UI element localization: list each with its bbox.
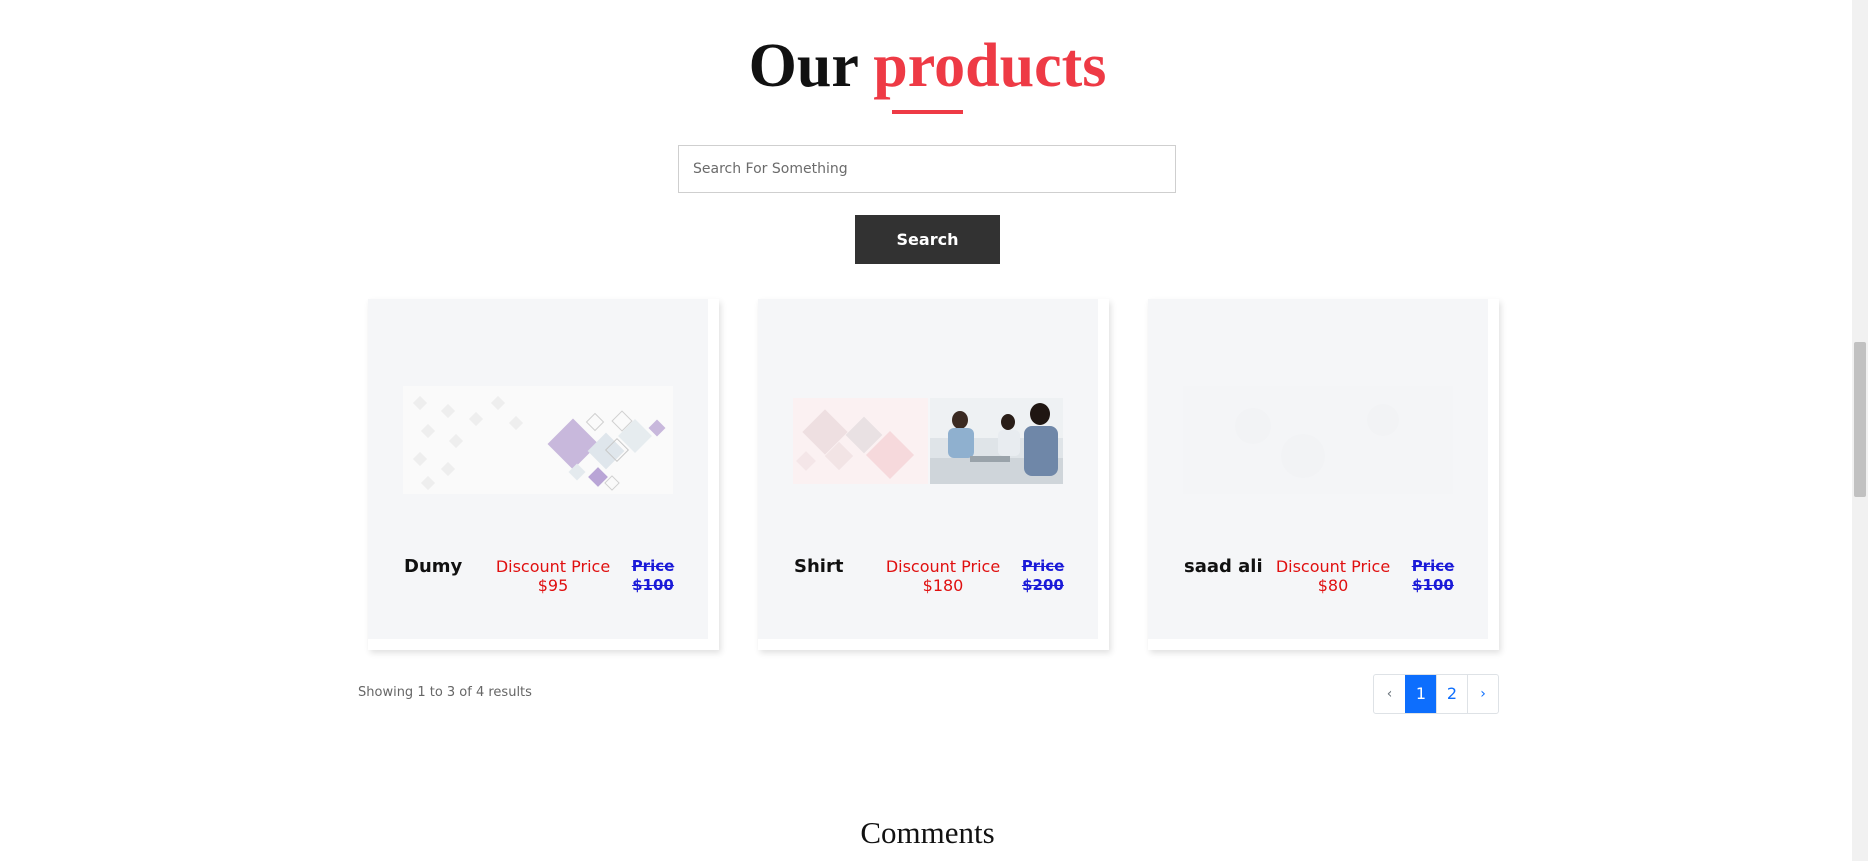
page-title: Our products [0,30,1855,102]
prev-page-button[interactable]: ‹ [1374,675,1405,713]
product-image-pattern [793,398,928,484]
product-card-body: saad ali Discount Price $80 Price $100 [1148,299,1488,639]
product-image [1183,386,1453,494]
search-button[interactable]: Search [855,215,1000,264]
discount-price: Discount Price $80 [1258,557,1408,595]
discount-price-label: Discount Price [885,557,1001,576]
scrollbar-thumb[interactable] [1854,342,1866,497]
discount-price-value: $180 [922,576,964,595]
discount-price-label: Discount Price [495,557,611,576]
discount-price-label: Discount Price [1275,557,1391,576]
original-price-label: Price [631,557,675,575]
original-price-label: Price [1411,557,1455,575]
product-card[interactable]: Shirt Discount Price $180 Price $200 [758,299,1109,650]
results-summary: Showing 1 to 3 of 4 results [358,685,532,700]
title-part-1: Our [748,32,858,100]
original-price-value: $100 [1412,576,1454,594]
original-price-value: $100 [632,576,674,594]
page-1-button[interactable]: 1 [1405,675,1436,713]
scrollbar[interactable] [1852,0,1868,861]
product-image-photo [930,398,1063,484]
discount-price: Discount Price $95 [478,557,628,595]
title-underline [892,110,963,114]
product-card[interactable]: saad ali Discount Price $80 Price $100 [1148,299,1499,650]
original-price-value: $200 [1022,576,1064,594]
original-price-label: Price [1021,557,1065,575]
pagination: ‹ 1 2 › [1373,674,1499,714]
page-2-button[interactable]: 2 [1436,675,1467,713]
product-card-body: Dumy Discount Price $95 Price $100 [368,299,708,639]
title-part-2: products [873,32,1107,100]
comments-heading: Comments [860,815,995,850]
search-input[interactable] [678,145,1176,193]
original-price: Price $100 [618,557,688,595]
discount-price: Discount Price $180 [868,557,1018,595]
original-price: Price $200 [1008,557,1078,595]
discount-price-value: $80 [1317,576,1349,595]
discount-price-value: $95 [537,576,569,595]
original-price: Price $100 [1398,557,1468,595]
next-page-button[interactable]: › [1467,675,1498,713]
product-image [403,386,673,494]
product-card[interactable]: Dumy Discount Price $95 Price $100 [368,299,719,650]
product-card-body: Shirt Discount Price $180 Price $200 [758,299,1098,639]
